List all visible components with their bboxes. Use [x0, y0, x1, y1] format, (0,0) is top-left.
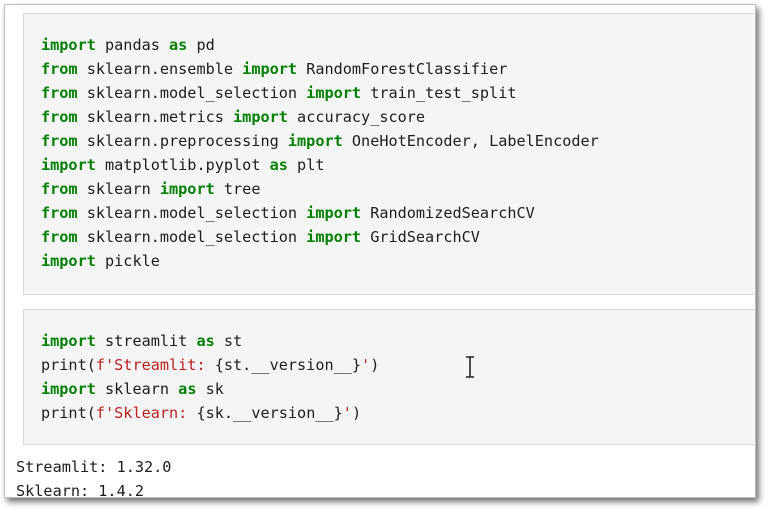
code-line: from sklearn.metrics import accuracy_sco…	[41, 105, 599, 129]
output-line: Streamlit: 1.32.0	[16, 458, 172, 476]
keyword-token: as	[169, 36, 188, 54]
string-token: f'Sklearn:	[95, 404, 197, 422]
code-token: sklearn	[77, 180, 160, 198]
code-editor[interactable]: import streamlit as st print(f'Streamlit:…	[41, 329, 379, 425]
code-token: sk	[196, 380, 224, 398]
code-token: plt	[287, 156, 325, 174]
code-line: import pandas as pd	[41, 33, 599, 57]
code-token: sklearn	[95, 380, 179, 398]
code-line: from sklearn.ensemble import RandomFores…	[41, 57, 599, 81]
code-cell-imports[interactable]: import pandas as pd from sklearn.ensemble…	[23, 13, 755, 295]
keyword-token: import	[233, 108, 288, 126]
text-cursor-icon	[466, 356, 474, 378]
code-cell-versions[interactable]: import streamlit as st print(f'Streamlit:…	[23, 309, 755, 445]
keyword-token: from	[41, 180, 78, 198]
keyword-token: import	[41, 252, 96, 270]
keyword-token: from	[41, 228, 78, 246]
code-token: sklearn.ensemble	[77, 60, 243, 78]
keyword-token: import	[242, 60, 298, 78]
code-token: sklearn.model_selection	[77, 228, 307, 246]
keyword-token: from	[41, 108, 78, 126]
keyword-token: import	[159, 180, 215, 198]
string-token: '	[342, 404, 352, 422]
string-token: f'Streamlit:	[95, 356, 215, 374]
code-token: sklearn.metrics	[77, 108, 234, 126]
code-token: RandomForestClassifier	[297, 60, 508, 78]
code-token: st	[214, 332, 243, 350]
code-line: import matplotlib.pyplot as plt	[41, 153, 599, 177]
keyword-token: import	[41, 156, 96, 174]
code-line: from sklearn.model_selection import trai…	[41, 81, 599, 105]
keyword-token: as	[196, 332, 215, 350]
code-token: pandas	[95, 36, 170, 54]
keyword-token: import	[41, 332, 96, 350]
code-token: matplotlib.pyplot	[95, 156, 270, 174]
keyword-token: as	[269, 156, 288, 174]
code-token: sklearn.model_selection	[77, 84, 307, 102]
keyword-token: as	[178, 380, 197, 398]
code-line: from sklearn.model_selection import Rand…	[41, 201, 599, 225]
keyword-token: import	[41, 380, 96, 398]
code-token: {sk.__version__}	[196, 404, 343, 422]
code-token: tree	[214, 180, 261, 198]
code-token: accuracy_score	[287, 108, 426, 126]
string-token: '	[361, 356, 371, 374]
code-editor[interactable]: import pandas as pd from sklearn.ensemble…	[41, 33, 599, 273]
output-line: Sklearn: 1.4.2	[16, 482, 145, 498]
keyword-token: import	[41, 36, 96, 54]
keyword-token: import	[306, 84, 362, 102]
code-token: print(	[41, 404, 96, 422]
code-token: sklearn.preprocessing	[77, 132, 288, 150]
code-token: {st.__version__}	[214, 356, 362, 374]
code-token: train_test_split	[361, 84, 517, 102]
code-token: )	[370, 356, 380, 374]
notebook-frame: import pandas as pd from sklearn.ensemble…	[4, 4, 756, 498]
cell-output: Streamlit: 1.32.0 Sklearn: 1.4.2	[16, 455, 172, 498]
code-token: print(	[41, 356, 96, 374]
keyword-token: import	[306, 228, 362, 246]
code-line: import sklearn as sk	[41, 377, 379, 401]
code-token: sklearn.model_selection	[77, 204, 307, 222]
code-line: from sklearn import tree	[41, 177, 599, 201]
code-token: )	[351, 404, 362, 422]
code-line: import pickle	[41, 249, 599, 273]
code-token: RandomizedSearchCV	[361, 204, 535, 222]
keyword-token: from	[41, 204, 78, 222]
code-token: pickle	[95, 252, 160, 270]
keyword-token: import	[306, 204, 362, 222]
code-line: print(f'Sklearn: {sk.__version__}')	[41, 401, 379, 425]
code-line: print(f'Streamlit: {st.__version__}')	[41, 353, 379, 377]
code-line: from sklearn.model_selection import Grid…	[41, 225, 599, 249]
keyword-token: import	[287, 132, 343, 150]
code-line: from sklearn.preprocessing import OneHot…	[41, 129, 599, 153]
keyword-token: from	[41, 132, 78, 150]
code-token: OneHotEncoder, LabelEncoder	[342, 132, 599, 150]
keyword-token: from	[41, 60, 78, 78]
code-token: streamlit	[95, 332, 197, 350]
code-token: pd	[187, 36, 215, 54]
code-token: GridSearchCV	[361, 228, 480, 246]
code-line: import streamlit as st	[41, 329, 379, 353]
keyword-token: from	[41, 84, 78, 102]
